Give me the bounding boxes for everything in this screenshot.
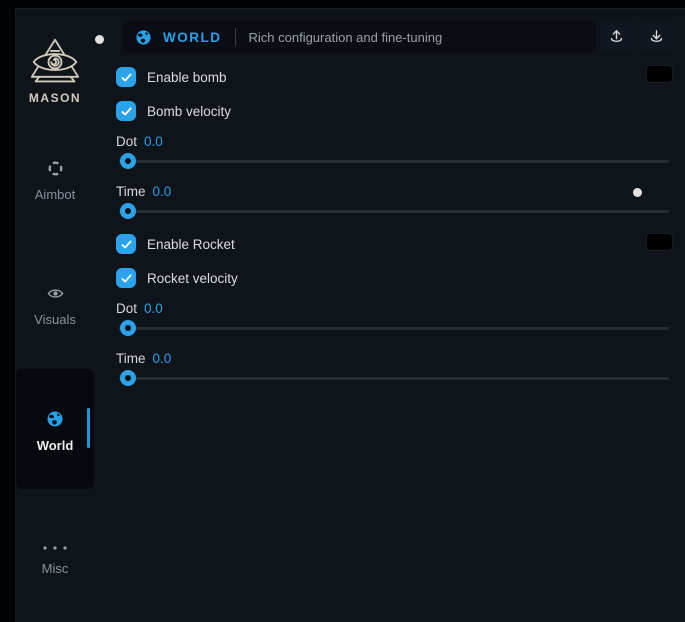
ellipsis-icon xyxy=(16,538,94,556)
slider-label-row: Time 0.0 xyxy=(116,182,171,200)
checkbox-label: Enable bomb xyxy=(147,70,227,85)
slider-value: 0.0 xyxy=(153,184,172,199)
checkbox-label: Rocket velocity xyxy=(147,271,238,286)
mason-eye-logo-icon xyxy=(16,37,94,87)
slider-thumb[interactable] xyxy=(120,370,136,386)
rocket-color-swatch[interactable] xyxy=(646,233,673,251)
bomb-time-slider[interactable] xyxy=(119,210,669,213)
bomb-velocity-checkbox[interactable] xyxy=(116,101,136,121)
sidebar-item-world[interactable]: World xyxy=(16,410,94,453)
bomb-dot-slider[interactable] xyxy=(119,160,669,163)
upload-icon xyxy=(608,28,625,45)
enable-rocket-checkbox[interactable] xyxy=(116,234,136,254)
checkbox-row-rocket-velocity: Rocket velocity xyxy=(116,267,646,289)
slider-thumb[interactable] xyxy=(120,153,136,169)
sidebar-item-misc[interactable]: Misc xyxy=(16,538,94,576)
checkmark-icon xyxy=(120,105,133,118)
page-title: WORLD xyxy=(163,30,222,45)
checkmark-icon xyxy=(120,71,133,84)
crosshair-icon xyxy=(16,160,94,182)
slider-label-row: Dot 0.0 xyxy=(116,132,163,150)
app-title: MASON xyxy=(16,91,94,105)
download-icon xyxy=(648,28,665,45)
header-divider xyxy=(235,28,236,46)
rocket-velocity-checkbox[interactable] xyxy=(116,268,136,288)
mason-menu-window: MASON Aimbot Visuals xyxy=(15,8,685,622)
page-subtitle: Rich configuration and fine-tuning xyxy=(249,30,443,45)
slider-label: Dot xyxy=(116,301,137,316)
sidebar-item-label: World xyxy=(16,438,94,453)
checkmark-icon xyxy=(120,238,133,251)
checkbox-row-enable-bomb: Enable bomb xyxy=(116,66,646,88)
download-config-button[interactable] xyxy=(641,21,672,52)
rocket-dot-slider[interactable] xyxy=(119,327,669,330)
checkbox-label: Bomb velocity xyxy=(147,104,231,119)
sidebar-item-label: Visuals xyxy=(16,312,94,327)
slider-label-row: Dot 0.0 xyxy=(116,299,163,317)
app-logo: MASON xyxy=(16,37,94,105)
slider-label: Time xyxy=(116,184,146,199)
slider-value: 0.0 xyxy=(144,134,163,149)
sidebar-item-aimbot[interactable]: Aimbot xyxy=(16,160,94,202)
checkbox-row-enable-rocket: Enable Rocket xyxy=(116,233,646,255)
slider-value: 0.0 xyxy=(153,351,172,366)
slider-label: Dot xyxy=(116,134,137,149)
slider-thumb[interactable] xyxy=(120,203,136,219)
eye-icon xyxy=(16,285,94,307)
sidebar: MASON Aimbot Visuals xyxy=(16,9,94,622)
page-header: WORLD Rich configuration and fine-tuning xyxy=(123,21,596,53)
cursor-dot xyxy=(95,35,104,44)
sidebar-item-visuals[interactable]: Visuals xyxy=(16,285,94,327)
globe-icon xyxy=(135,29,152,46)
slider-value: 0.0 xyxy=(144,301,163,316)
enable-bomb-checkbox[interactable] xyxy=(116,67,136,87)
bomb-color-swatch[interactable] xyxy=(646,65,673,83)
checkbox-label: Enable Rocket xyxy=(147,237,235,252)
slider-label-row: Time 0.0 xyxy=(116,349,171,367)
checkmark-icon xyxy=(120,272,133,285)
checkbox-row-bomb-velocity: Bomb velocity xyxy=(116,100,646,122)
upload-config-button[interactable] xyxy=(601,21,632,52)
slider-label: Time xyxy=(116,351,146,366)
cursor-dot xyxy=(633,188,642,197)
sidebar-item-label: Aimbot xyxy=(16,187,94,202)
sidebar-item-label: Misc xyxy=(16,561,94,576)
globe-icon xyxy=(16,410,94,433)
slider-thumb[interactable] xyxy=(120,320,136,336)
rocket-time-slider[interactable] xyxy=(119,377,669,380)
